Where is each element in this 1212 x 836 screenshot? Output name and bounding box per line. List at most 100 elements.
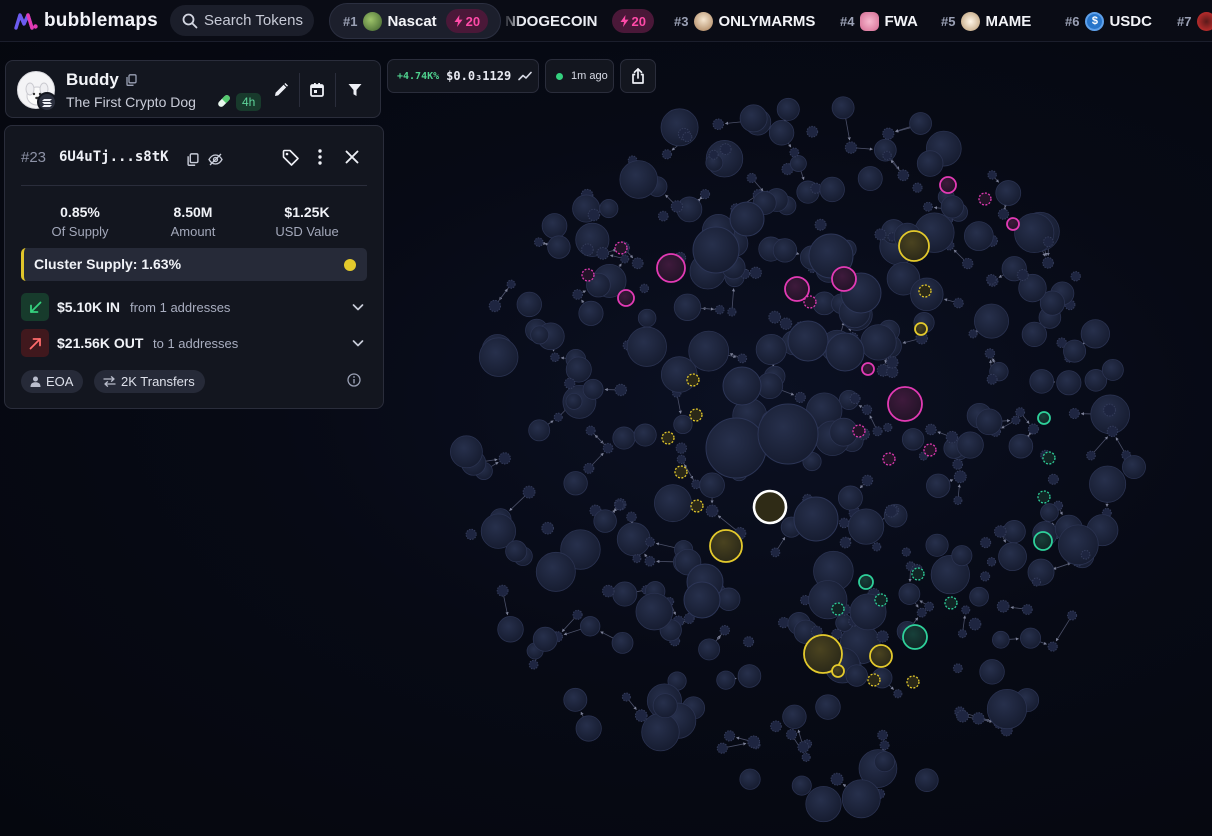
ticker-item-5[interactable]: #5 MAME: [941, 3, 1031, 39]
holder-bubble[interactable]: [956, 709, 969, 723]
holder-bubble[interactable]: [602, 584, 615, 598]
holder-bubble[interactable]: [450, 435, 483, 469]
tag-icon[interactable]: [280, 147, 300, 167]
holder-bubble[interactable]: [634, 709, 648, 722]
holder-bubble[interactable]: [953, 470, 967, 484]
holder-bubble[interactable]: [979, 659, 1005, 685]
holder-bubble[interactable]: [861, 404, 873, 415]
holder-bubble[interactable]: [841, 779, 881, 819]
holder-bubble[interactable]: [621, 692, 631, 702]
holder-bubble[interactable]: [747, 735, 761, 749]
holder-bubble[interactable]: [722, 366, 762, 406]
holder-bubble[interactable]: [997, 208, 1010, 220]
holder-bubble[interactable]: [984, 348, 996, 359]
holder-bubble[interactable]: [925, 533, 949, 557]
holder-bubble[interactable]: [968, 329, 978, 339]
holder-bubble[interactable]: [498, 452, 511, 465]
holder-bubble[interactable]: [1027, 423, 1039, 435]
holder-bubble[interactable]: [593, 509, 617, 533]
holder-bubble[interactable]: [581, 243, 594, 256]
holder-bubble[interactable]: [1057, 524, 1099, 566]
ticker-item-2[interactable]: NDOGECOIN 20: [505, 3, 654, 39]
cluster-bubble-magenta[interactable]: [803, 295, 817, 309]
holder-bubble[interactable]: [682, 131, 693, 143]
holder-bubble[interactable]: [1086, 450, 1096, 461]
info-icon[interactable]: [347, 373, 361, 392]
holder-bubble[interactable]: [901, 547, 911, 557]
holder-bubble[interactable]: [755, 333, 787, 366]
holder-bubble[interactable]: [620, 254, 630, 264]
ticker-item-4[interactable]: #4 FWA: [840, 3, 918, 39]
holder-bubble[interactable]: [716, 670, 736, 690]
holder-bubble[interactable]: [631, 257, 644, 270]
holder-bubble[interactable]: [587, 208, 601, 222]
holder-bubble[interactable]: [532, 626, 558, 652]
holder-bubble[interactable]: [924, 601, 935, 612]
holder-bubble[interactable]: [757, 403, 819, 465]
holder-bubble[interactable]: [1008, 433, 1034, 459]
holder-bubble[interactable]: [506, 279, 516, 289]
holder-bubble[interactable]: [782, 704, 807, 729]
holder-bubble[interactable]: [496, 584, 509, 597]
holder-bubble[interactable]: [770, 547, 781, 558]
inflow-row[interactable]: $5.10K IN from 1 addresses: [21, 293, 367, 321]
cluster-bubble-yellow[interactable]: [686, 373, 700, 387]
holder-bubble[interactable]: [723, 730, 736, 742]
holder-bubble[interactable]: [737, 353, 748, 364]
holder-bubble[interactable]: [848, 508, 885, 545]
holder-bubble[interactable]: [553, 412, 563, 422]
holder-bubble[interactable]: [786, 728, 798, 741]
holder-bubble[interactable]: [1021, 604, 1033, 615]
holder-bubble[interactable]: [979, 571, 991, 582]
eoa-tag[interactable]: EOA: [21, 370, 84, 393]
cluster-bubble-green[interactable]: [1033, 531, 1053, 551]
holder-bubble[interactable]: [956, 431, 984, 459]
holder-bubble[interactable]: [675, 442, 688, 454]
holder-bubble[interactable]: [739, 768, 761, 790]
holder-bubble[interactable]: [789, 155, 807, 172]
holder-bubble[interactable]: [882, 127, 895, 140]
close-icon[interactable]: [342, 147, 362, 167]
holder-bubble[interactable]: [1106, 425, 1119, 438]
holder-bubble[interactable]: [901, 428, 925, 451]
cluster-bubble-green[interactable]: [1042, 451, 1056, 465]
cluster-bubble-green[interactable]: [1037, 411, 1051, 425]
holder-bubble[interactable]: [986, 373, 998, 385]
copy-address-icon[interactable]: [183, 149, 203, 169]
cluster-bubble-yellow[interactable]: [918, 284, 932, 298]
holder-bubble[interactable]: [619, 160, 658, 199]
holder-bubble[interactable]: [961, 605, 971, 615]
holder-bubble[interactable]: [516, 291, 542, 318]
holder-bubble[interactable]: [565, 393, 583, 410]
holder-bubble[interactable]: [673, 414, 693, 435]
cluster-bubble-yellow[interactable]: [674, 465, 688, 479]
holder-bubble[interactable]: [986, 688, 1028, 730]
holder-bubble[interactable]: [993, 525, 1007, 538]
holder-bubble[interactable]: [909, 112, 932, 135]
cluster-bubble-green[interactable]: [858, 574, 874, 590]
holder-bubble[interactable]: [925, 423, 937, 436]
holder-bubble[interactable]: [644, 555, 656, 567]
calendar-button[interactable]: [305, 78, 329, 102]
holder-bubble[interactable]: [749, 266, 762, 279]
holder-bubble[interactable]: [952, 663, 963, 674]
holder-bubble[interactable]: [801, 752, 811, 762]
holder-bubble[interactable]: [563, 471, 588, 496]
holder-bubble[interactable]: [632, 554, 642, 564]
holder-bubble[interactable]: [746, 172, 757, 184]
holder-bubble[interactable]: [737, 664, 762, 688]
holder-bubble[interactable]: [915, 768, 939, 792]
holder-bubble[interactable]: [714, 304, 725, 315]
holder-bubble[interactable]: [1014, 212, 1055, 254]
holder-bubble[interactable]: [698, 638, 721, 661]
holder-bubble[interactable]: [974, 303, 1009, 339]
cluster-bubble-yellow[interactable]: [898, 230, 930, 262]
holder-bubble[interactable]: [770, 720, 782, 733]
holder-bubble[interactable]: [661, 149, 672, 160]
ticker-item-3[interactable]: #3 ONLYMARMS: [674, 3, 815, 39]
holder-bubble[interactable]: [670, 200, 684, 213]
cluster-bubble-yellow[interactable]: [906, 675, 920, 689]
holder-bubble[interactable]: [614, 500, 625, 511]
holder-bubble[interactable]: [926, 473, 951, 498]
holder-bubble[interactable]: [787, 320, 829, 362]
